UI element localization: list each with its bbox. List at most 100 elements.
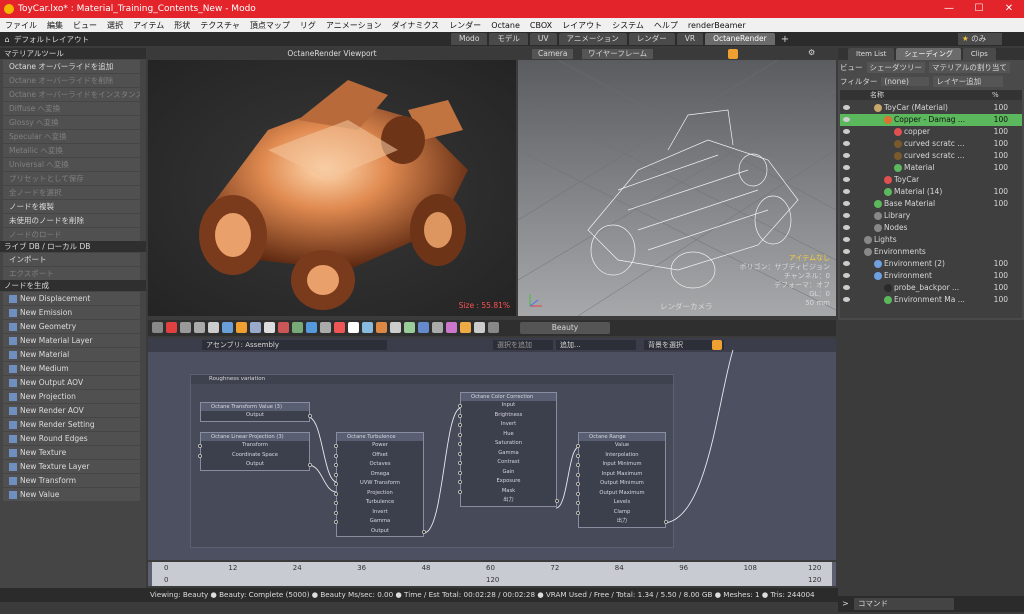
render-tool-icon[interactable]: [264, 322, 275, 333]
layout-tab[interactable]: モデル: [489, 33, 528, 45]
render-tool-icon[interactable]: [488, 322, 499, 333]
node-port[interactable]: 出力: [579, 517, 668, 527]
tool-button[interactable]: New Geometry: [3, 320, 140, 333]
node-port[interactable]: Contrast: [458, 458, 556, 468]
tool-button[interactable]: New Round Edges: [3, 432, 140, 445]
node-port[interactable]: Gain: [458, 468, 556, 478]
node-port[interactable]: Omega: [334, 470, 423, 480]
shader-tree-row[interactable]: Environment (2) 100: [840, 258, 1022, 270]
visibility-eye-icon[interactable]: [843, 273, 850, 278]
tool-button[interactable]: New Material Layer: [3, 334, 140, 347]
menu-item[interactable]: レンダー: [444, 20, 486, 31]
output-port-icon[interactable]: [422, 529, 426, 534]
tool-button[interactable]: New Displacement: [3, 292, 140, 305]
render-tool-icon[interactable]: [334, 322, 345, 333]
tool-button[interactable]: New Render Setting: [3, 418, 140, 431]
input-port-icon[interactable]: [198, 444, 202, 448]
maximize-button[interactable]: ☐: [964, 0, 994, 18]
node-port[interactable]: Coordinate Space: [198, 451, 309, 461]
menu-item[interactable]: ビュー: [68, 20, 102, 31]
shader-tree-row[interactable]: curved scratc ... 100: [840, 138, 1022, 150]
shader-node[interactable]: Octane Turbulence Power Offset Octaves Omega…: [334, 432, 426, 537]
tree-item-percent[interactable]: 100: [980, 270, 1008, 282]
node-port[interactable]: Invert: [458, 420, 556, 430]
node-port[interactable]: Input Maximum: [576, 470, 665, 480]
tool-button[interactable]: New Projection: [3, 390, 140, 403]
shader-node[interactable]: Octane Range Value Interpolation Input Mini…: [576, 432, 668, 528]
wireframe-viewport[interactable]: Camera ワイヤーフレーム ⚙ アイテムなし ポリゴン：サブディビジョン チ…: [518, 48, 836, 316]
tree-item-percent[interactable]: 100: [980, 114, 1008, 126]
only-toggle[interactable]: ★ のみ: [958, 33, 1002, 45]
home-icon[interactable]: ⌂: [0, 35, 14, 44]
tool-button[interactable]: ノードのロード: [3, 228, 140, 241]
render-tool-icon[interactable]: [404, 322, 415, 333]
shader-tree-row[interactable]: Library: [840, 210, 1022, 222]
input-port-icon[interactable]: [458, 432, 462, 437]
menu-item[interactable]: 形状: [169, 20, 195, 31]
section-header[interactable]: マテリアルツール: [0, 48, 146, 59]
node-port[interactable]: Turbulence: [334, 498, 423, 508]
shader-tree-row[interactable]: copper 100: [840, 126, 1022, 138]
tool-button[interactable]: Glossy へ変換: [3, 116, 140, 129]
tool-button[interactable]: 未使用のノードを削除: [3, 214, 140, 227]
menu-item[interactable]: アニメーション: [321, 20, 387, 31]
tool-button[interactable]: Octane オーバーライドを追加: [3, 60, 140, 73]
node-title[interactable]: Octane Range: [579, 433, 665, 441]
input-port-icon[interactable]: [458, 404, 462, 408]
command-input[interactable]: コマンド: [854, 598, 954, 610]
node-port[interactable]: Brightness: [458, 411, 556, 421]
tree-item-percent[interactable]: 100: [980, 294, 1008, 306]
input-port-icon[interactable]: [458, 480, 462, 484]
menu-item[interactable]: レイアウト: [557, 20, 607, 31]
render-tool-icon[interactable]: [320, 322, 331, 333]
node-port[interactable]: Output: [337, 527, 426, 537]
render-tool-icon[interactable]: [362, 322, 373, 333]
menu-item[interactable]: 選択: [102, 20, 128, 31]
node-port[interactable]: Transform: [198, 441, 309, 451]
node-port[interactable]: Input Minimum: [576, 460, 665, 470]
input-port-icon[interactable]: [334, 510, 338, 515]
visibility-eye-icon[interactable]: [843, 261, 850, 266]
node-port[interactable]: 出力: [461, 496, 559, 506]
timeline[interactable]: 0 12 24 36 48 60 72 84 96 108 120 0 120 120: [148, 562, 836, 586]
menu-item[interactable]: ダイナミクス: [387, 20, 445, 31]
shader-tree-row[interactable]: Material 100: [840, 162, 1022, 174]
gear-icon[interactable]: ⚙: [808, 48, 815, 57]
node-port[interactable]: Invert: [334, 508, 423, 518]
tree-item-percent[interactable]: 100: [980, 258, 1008, 270]
input-port-icon[interactable]: [334, 444, 338, 448]
input-port-icon[interactable]: [576, 472, 580, 477]
layout-tab[interactable]: UV: [529, 33, 557, 45]
menu-item[interactable]: アイテム: [128, 20, 169, 31]
visibility-eye-icon[interactable]: [843, 297, 850, 302]
node-title[interactable]: Octane Turbulence: [337, 433, 423, 441]
tool-button[interactable]: Specular へ変換: [3, 130, 140, 143]
visibility-eye-icon[interactable]: [843, 225, 850, 230]
node-port[interactable]: Interpolation: [576, 451, 665, 461]
shader-tree-row[interactable]: Base Material 100: [840, 198, 1022, 210]
tool-button[interactable]: Octane オーバーライドを削除: [3, 74, 140, 87]
visibility-eye-icon[interactable]: [843, 201, 850, 206]
node-port[interactable]: Hue: [458, 430, 556, 440]
layout-tab[interactable]: OctaneRender: [705, 33, 775, 45]
tool-button[interactable]: Universal へ変換: [3, 158, 140, 171]
shader-tree-row[interactable]: Lights: [840, 234, 1022, 246]
visibility-eye-icon[interactable]: [843, 249, 850, 254]
tool-button[interactable]: New Texture: [3, 446, 140, 459]
tool-button[interactable]: Metallic へ変換: [3, 144, 140, 157]
menu-item[interactable]: renderBeamer: [683, 21, 751, 30]
tool-button[interactable]: エクスポート: [3, 267, 140, 280]
shader-node[interactable]: Octane Color Correction Input Brightness In…: [458, 392, 559, 507]
shader-tree-row[interactable]: curved scratc ... 100: [840, 150, 1022, 162]
add-tab-button[interactable]: +: [781, 34, 789, 45]
panel-tab[interactable]: シェーディング: [896, 48, 961, 60]
node-port[interactable]: Clamp: [576, 508, 665, 518]
menu-item[interactable]: 編集: [42, 20, 68, 31]
node-port[interactable]: Projection: [334, 489, 423, 499]
render-tool-icon[interactable]: [250, 322, 261, 333]
node-port[interactable]: Value: [576, 441, 665, 451]
layout-tab[interactable]: レンダー: [628, 33, 675, 45]
viewport-option-icon[interactable]: [728, 49, 738, 59]
visibility-eye-icon[interactable]: [843, 237, 850, 242]
render-tool-icon[interactable]: [236, 322, 247, 333]
